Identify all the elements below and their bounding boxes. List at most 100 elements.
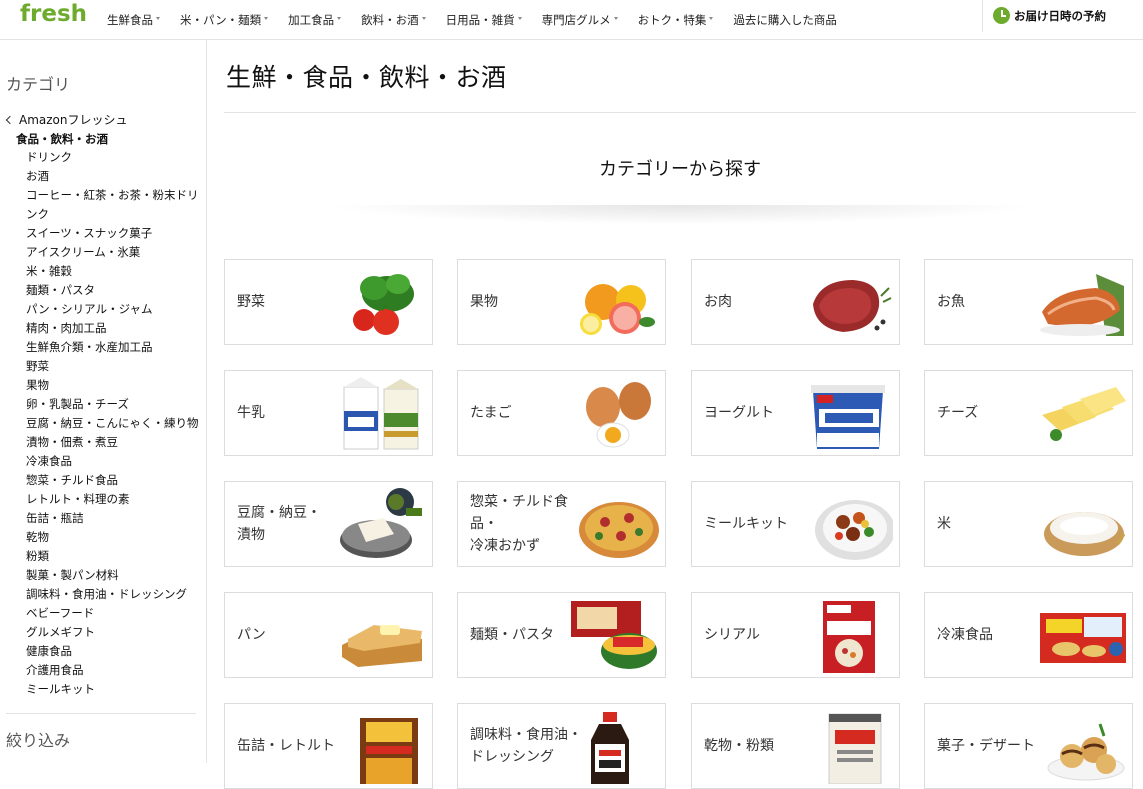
sidebar-current-category: 食品・飲料・お酒 xyxy=(16,132,108,146)
category-card[interactable]: 果物 xyxy=(457,259,666,345)
nav-item-rice-bread-noodles[interactable]: 米・パン・麺類 xyxy=(180,12,269,28)
category-card[interactable]: 牛乳 xyxy=(224,370,433,456)
delivery-reservation-label: お届け日時の予約 xyxy=(1014,8,1106,23)
category-card[interactable]: ミールキット xyxy=(691,481,900,567)
category-card[interactable]: たまご xyxy=(457,370,666,456)
top-nav: fresh 生鮮食品 米・パン・麺類 加工食品 飲料・お酒 日用品・雑貨 専門店… xyxy=(0,0,1143,40)
retort-curry-image xyxy=(336,710,426,784)
category-card[interactable]: 缶詰・レトルト xyxy=(224,703,433,789)
yogurt-image xyxy=(803,377,893,451)
category-sidebar: カテゴリ Amazonフレッシュ 食品・飲料・お酒 ドリンク お酒 コーヒー・紅茶・… xyxy=(0,40,207,763)
caret-down-icon xyxy=(613,16,618,20)
nav-label: 加工食品 xyxy=(288,13,335,27)
category-card[interactable]: お肉 xyxy=(691,259,900,345)
category-card[interactable]: ヨーグルト xyxy=(691,370,900,456)
main-nav: 生鮮食品 米・パン・麺類 加工食品 飲料・お酒 日用品・雑貨 専門店グルメ おト… xyxy=(107,0,857,40)
title-divider xyxy=(224,112,1136,113)
nav-label: 専門店グルメ xyxy=(541,13,611,27)
fruit-image xyxy=(569,266,659,340)
sidebar-category-item[interactable]: 米・雑穀 xyxy=(26,262,207,281)
sidebar-category-item[interactable]: 惣菜・チルド食品 xyxy=(26,471,207,490)
category-card[interactable]: 豆腐・納豆・ 漬物 xyxy=(224,481,433,567)
nav-item-past-purchases[interactable]: 過去に購入した商品 xyxy=(733,12,837,28)
caret-down-icon xyxy=(156,16,160,20)
sidebar-category-item[interactable]: スイーツ・スナック菓子 xyxy=(26,224,207,243)
sidebar-category-item[interactable]: 生鮮魚介類・水産加工品 xyxy=(26,338,207,357)
rice-image xyxy=(1036,488,1126,562)
sidebar-category-item[interactable]: ミールキット xyxy=(26,680,207,699)
sidebar-back-label: Amazonフレッシュ xyxy=(19,113,128,127)
category-card[interactable]: お魚 xyxy=(924,259,1133,345)
sidebar-category-item[interactable]: 精肉・肉加工品 xyxy=(26,319,207,338)
nav-divider xyxy=(982,0,983,32)
soy-sauce-image xyxy=(569,710,659,784)
sidebar-category-item[interactable]: ベビーフード xyxy=(26,604,207,623)
sidebar-category-item[interactable]: アイスクリーム・氷菓 xyxy=(26,243,207,262)
sidebar-category-item[interactable]: ドリンク xyxy=(26,148,207,167)
refine-heading: 絞り込み xyxy=(6,731,71,750)
clock-icon xyxy=(993,7,1010,24)
category-card[interactable]: 冷凍食品 xyxy=(924,592,1133,678)
sidebar-category-list: ドリンク お酒 コーヒー・紅茶・お茶・粉末ドリンク スイーツ・スナック菓子 アイスクリー… xyxy=(26,148,207,699)
nav-label: 飲料・お酒 xyxy=(361,13,419,27)
sidebar-category-item[interactable]: 麺類・パスタ xyxy=(26,281,207,300)
category-card[interactable]: 調味料・食用油・ ドレッシング xyxy=(457,703,666,789)
sidebar-category-item[interactable]: 介護用食品 xyxy=(26,661,207,680)
nav-item-fresh-food[interactable]: 生鮮食品 xyxy=(107,12,160,28)
nav-item-daily-goods[interactable]: 日用品・雑貨 xyxy=(446,12,522,28)
sidebar-category-item[interactable]: 製菓・製パン材料 xyxy=(26,566,207,585)
sidebar-back-link[interactable]: Amazonフレッシュ xyxy=(5,111,128,128)
sidebar-divider xyxy=(6,713,196,714)
sidebar-category-item[interactable]: 野菜 xyxy=(26,357,207,376)
sidebar-category-item[interactable]: 調味料・食用油・ドレッシング xyxy=(26,585,207,604)
sidebar-category-item[interactable]: パン・シリアル・ジャム xyxy=(26,300,207,319)
section-heading: カテゴリーから探す xyxy=(599,159,761,180)
category-card[interactable]: 菓子・デザート xyxy=(924,703,1133,789)
sidebar-category-item[interactable]: 乾物 xyxy=(26,528,207,547)
nav-label: おトク・特集 xyxy=(637,13,707,27)
caret-down-icon xyxy=(517,16,522,20)
milk-image xyxy=(336,377,426,451)
frozen-gyoza-image xyxy=(1036,599,1126,673)
nav-label: 日用品・雑貨 xyxy=(445,13,515,27)
nav-item-deals[interactable]: おトク・特集 xyxy=(638,12,714,28)
bread-image xyxy=(336,599,426,673)
delivery-reservation-button[interactable]: お届け日時の予約 xyxy=(993,7,1106,24)
noodles-image xyxy=(569,599,659,673)
category-card[interactable]: 米 xyxy=(924,481,1133,567)
tofu-image xyxy=(336,488,426,562)
flour-bag-image xyxy=(803,710,893,785)
sidebar-category-item[interactable]: グルメギフト xyxy=(26,623,207,642)
sidebar-category-item[interactable]: レトルト・料理の素 xyxy=(26,490,207,509)
sidebar-category-item[interactable]: 粉類 xyxy=(26,547,207,566)
sidebar-category-item[interactable]: 豆腐・納豆・こんにゃく・練り物 xyxy=(26,414,207,433)
nav-label: 米・パン・麺類 xyxy=(180,13,262,27)
fresh-logo[interactable]: fresh xyxy=(20,1,87,27)
category-card[interactable]: 麺類・パスタ xyxy=(457,592,666,678)
nav-item-processed-food[interactable]: 加工食品 xyxy=(288,12,342,28)
category-card[interactable]: 野菜 xyxy=(224,259,433,345)
category-card[interactable]: シリアル xyxy=(691,592,900,678)
sidebar-category-item[interactable]: コーヒー・紅茶・お茶・粉末ドリンク xyxy=(26,186,207,224)
fish-image xyxy=(1036,266,1126,340)
category-card[interactable]: 惣菜・チルド食品・ 冷凍おかず xyxy=(457,481,666,567)
category-card[interactable]: チーズ xyxy=(924,370,1133,456)
sidebar-category-item[interactable]: 卵・乳製品・チーズ xyxy=(26,395,207,414)
nav-label: 過去に購入した商品 xyxy=(733,13,837,27)
sidebar-category-item[interactable]: 健康食品 xyxy=(26,642,207,661)
sidebar-category-item[interactable]: 冷凍食品 xyxy=(26,452,207,471)
eggs-image xyxy=(569,377,659,451)
sidebar-category-item[interactable]: 漬物・佃煮・煮豆 xyxy=(26,433,207,452)
cereal-image xyxy=(803,599,893,673)
sidebar-category-item[interactable]: 果物 xyxy=(26,376,207,395)
category-card[interactable]: 乾物・粉類 xyxy=(691,703,900,789)
nav-item-specialty-gourmet[interactable]: 専門店グルメ xyxy=(542,12,618,28)
sidebar-category-item[interactable]: お酒 xyxy=(26,167,207,186)
nav-item-drinks-alcohol[interactable]: 飲料・お酒 xyxy=(361,12,426,28)
category-card[interactable]: パン xyxy=(224,592,433,678)
dessert-image xyxy=(1036,710,1126,784)
caret-down-icon xyxy=(709,16,714,20)
sidebar-category-item[interactable]: 缶詰・瓶詰 xyxy=(26,509,207,528)
nav-label: 生鮮食品 xyxy=(107,13,153,27)
caret-down-icon xyxy=(264,16,269,20)
